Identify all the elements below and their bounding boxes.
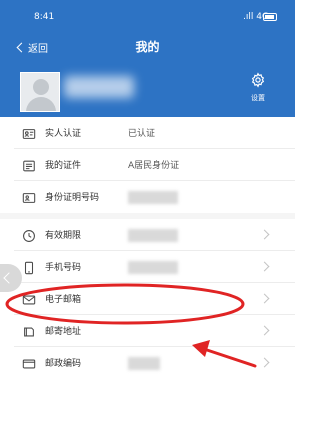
profile-info-list: 实人认证 已认证 我的证件 A居民身份证 身份证明号码 有效期限 手机号码 电子… [0,117,295,379]
phone-icon [22,260,36,275]
avatar-head [33,79,49,95]
list-item-label: 邮政编码 [45,359,82,369]
blurred-postcode [128,357,160,370]
chevron-right-icon [259,229,270,240]
list-item-value: 已认证 [128,129,156,139]
list-item-label: 电子邮箱 [45,295,82,305]
blurred-phone [128,261,178,274]
chevron-right-icon [259,293,270,304]
status-time: 8:41 [34,12,55,22]
postcode-icon [22,356,36,370]
avatar-body [26,97,56,111]
address-icon [22,324,36,338]
list-item-label: 身份证明号码 [45,193,100,203]
list-item-label: 有效期限 [45,231,82,241]
blurred-user-name [64,76,134,98]
list-item-label: 我的证件 [45,161,82,171]
list-item-email[interactable]: 电子邮箱 [0,283,295,315]
list-item-label: 手机号码 [45,263,82,273]
avatar[interactable] [20,72,60,112]
id-number-icon [22,190,36,204]
page-title: 我的 [135,40,160,54]
list-item-id-number: 身份证明号码 [0,181,295,213]
list-item-postcode[interactable]: 邮政编码 [0,347,295,379]
settings-label: 设置 [251,94,265,102]
chevron-right-icon [259,325,270,336]
blurred-validity [128,229,178,242]
list-item-phone[interactable]: 手机号码 [0,251,295,283]
document-icon [22,158,36,172]
list-item-real-name-auth: 实人认证 已认证 [0,117,295,149]
list-item-label: 邮寄地址 [45,327,82,337]
profile-header: 8:41 .ıll 4G 返回 我的 设置 [0,0,295,120]
status-bar: 8:41 .ıll 4G [0,10,295,26]
battery-icon [263,13,277,21]
list-item-label: 实人认证 [45,129,82,139]
chevron-right-icon [259,357,270,368]
list-item-mailing-address[interactable]: 邮寄地址 [0,315,295,347]
chevron-right-icon [259,261,270,272]
clock-icon [22,228,36,242]
gear-icon [251,72,265,88]
list-item-my-document: 我的证件 A居民身份证 [0,149,295,181]
list-item-value: A居民身份证 [128,161,180,171]
list-item-validity[interactable]: 有效期限 [0,219,295,251]
id-card-icon [22,126,36,140]
mail-icon [22,292,36,306]
blurred-id-number [128,191,178,204]
settings-button[interactable]: 设置 [245,72,271,103]
